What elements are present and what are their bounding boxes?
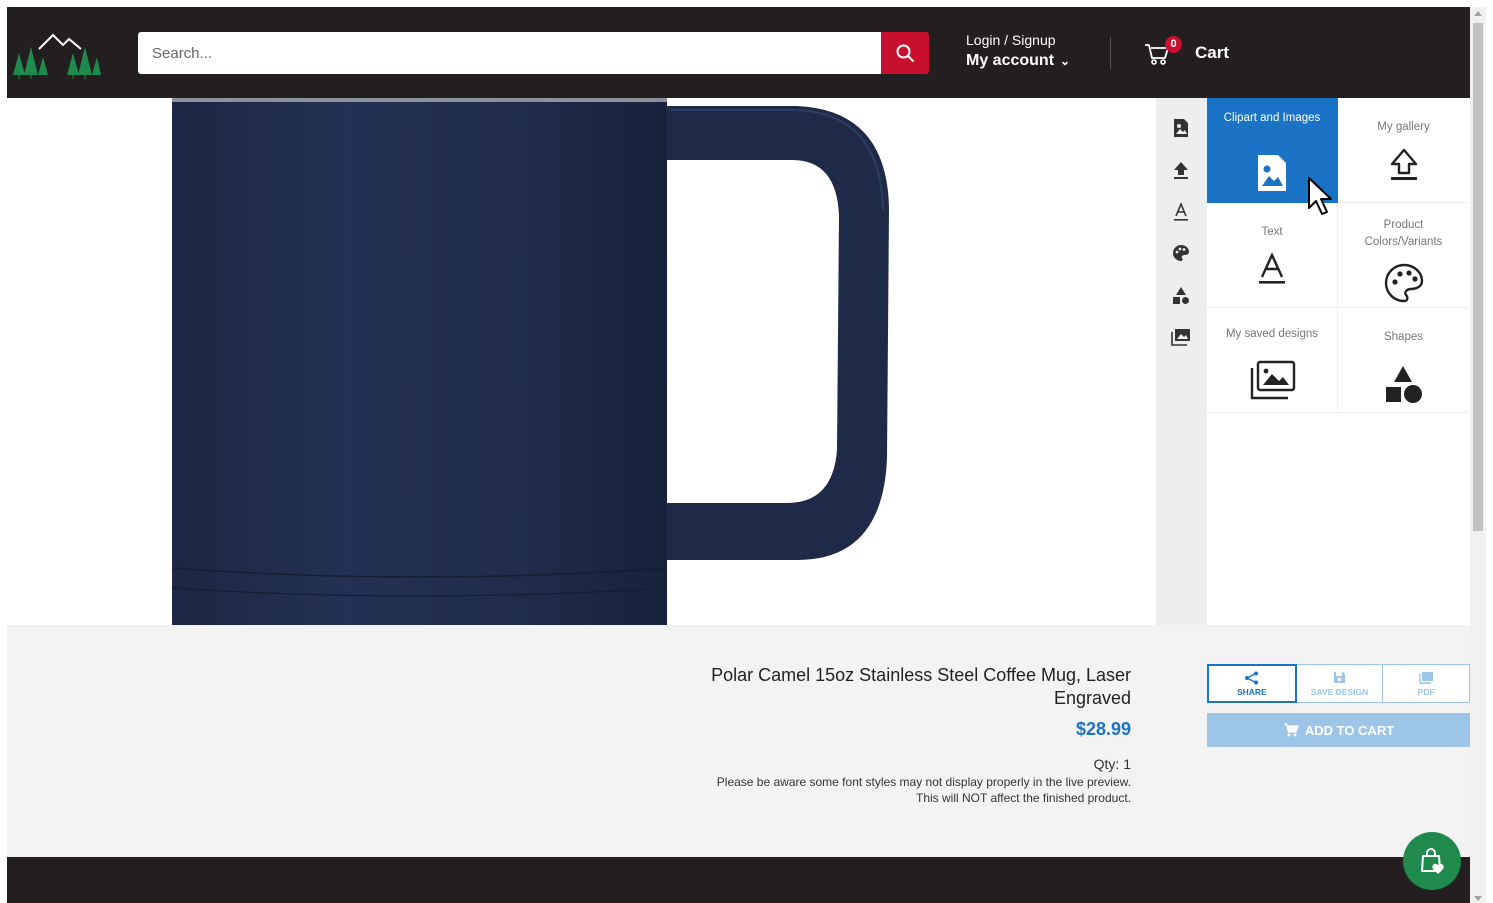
tile-label: Clipart and Images (1223, 112, 1321, 124)
palette-icon (1384, 263, 1423, 303)
share-label: SHARE (1236, 686, 1267, 697)
shopping-bag-heart-icon (1421, 848, 1444, 874)
design-tools-panel: Clipart and Images My gallery Text Produ… (1207, 98, 1470, 625)
wishlist-fab-button[interactable] (1403, 832, 1461, 890)
cart-icon (1283, 723, 1299, 737)
add-to-cart-button[interactable]: ADD TO CART (1207, 713, 1470, 747)
tile-text[interactable]: Text (1207, 203, 1338, 308)
tool-strip (1156, 98, 1207, 625)
save-icon (1334, 671, 1345, 683)
preview-disclaimer: Please be aware some font styles may not… (611, 774, 1131, 806)
gallery-icon[interactable] (1170, 326, 1192, 348)
cart-icon: 0 (1143, 36, 1182, 68)
my-account-dropdown[interactable]: My account ⌄ (966, 52, 1070, 70)
site-footer (7, 857, 1470, 903)
logo[interactable] (11, 27, 101, 79)
my-account-label: My account (966, 52, 1055, 69)
clipart-icon[interactable] (1170, 117, 1192, 139)
pdf-button[interactable]: PDF (1383, 664, 1470, 703)
upload-icon[interactable] (1170, 159, 1192, 181)
clipart-icon (1258, 155, 1286, 191)
pdf-label: PDF (1417, 686, 1435, 697)
scroll-down-arrow-icon[interactable] (1474, 896, 1482, 901)
tile-label: Shapes (1383, 331, 1423, 343)
scroll-thumb[interactable] (1473, 23, 1483, 531)
scroll-up-arrow-icon[interactable] (1474, 11, 1482, 16)
tile-label: My saved designs (1225, 328, 1319, 340)
page-frame: Login / Signup My account ⌄ 0 Cart (7, 7, 1470, 903)
cart-count-badge: 0 (1165, 36, 1182, 53)
account-menu[interactable]: Login / Signup My account ⌄ (966, 32, 1070, 70)
search-icon (896, 44, 915, 63)
product-qty: Qty: 1 (1093, 756, 1131, 772)
design-actions: SHARE SAVE DESIGN PDF (1207, 664, 1470, 703)
site-header: Login / Signup My account ⌄ 0 Cart (7, 7, 1470, 98)
share-button[interactable]: SHARE (1207, 664, 1297, 703)
text-icon[interactable] (1170, 201, 1192, 223)
product-preview-canvas[interactable] (7, 98, 1156, 625)
disclaimer-line-1: Please be aware some font styles may not… (716, 775, 1131, 789)
cart-label: Cart (1195, 43, 1230, 62)
tile-label: Product Colors/Variants (1364, 219, 1443, 248)
tile-my-gallery[interactable]: My gallery (1338, 98, 1469, 203)
page-scrollbar[interactable] (1470, 7, 1486, 903)
share-icon (1244, 671, 1258, 684)
saved-designs-icon (1250, 360, 1296, 400)
tile-product-colors[interactable]: Product Colors/Variants (1338, 203, 1469, 308)
upload-icon (1390, 148, 1417, 180)
tile-my-saved-designs[interactable]: My saved designs (1207, 308, 1338, 413)
mug-image (171, 98, 889, 625)
login-link[interactable]: Login / Signup (966, 32, 1070, 48)
chevron-down-icon: ⌄ (1060, 54, 1071, 68)
shapes-icon[interactable] (1170, 284, 1192, 306)
pdf-icon (1418, 671, 1433, 684)
save-design-button[interactable]: SAVE DESIGN (1296, 664, 1384, 703)
shapes-icon (1385, 366, 1422, 403)
search-input[interactable] (138, 32, 882, 74)
product-price: $28.99 (1075, 719, 1131, 739)
save-label: SAVE DESIGN (1310, 686, 1369, 697)
tile-shapes[interactable]: Shapes (1338, 308, 1469, 413)
header-divider (1110, 37, 1111, 69)
disclaimer-line-2: This will NOT affect the finished produc… (916, 791, 1131, 805)
mouse-cursor (1308, 177, 1332, 215)
add-to-cart-label: ADD TO CART (1304, 722, 1395, 738)
cart-button[interactable]: 0 Cart (1143, 36, 1230, 69)
search-button[interactable] (881, 32, 929, 74)
text-icon (1259, 253, 1285, 284)
palette-icon[interactable] (1170, 242, 1192, 264)
tile-label: My gallery (1377, 121, 1430, 133)
product-title: Polar Camel 15oz Stainless Steel Coffee … (711, 665, 1131, 708)
